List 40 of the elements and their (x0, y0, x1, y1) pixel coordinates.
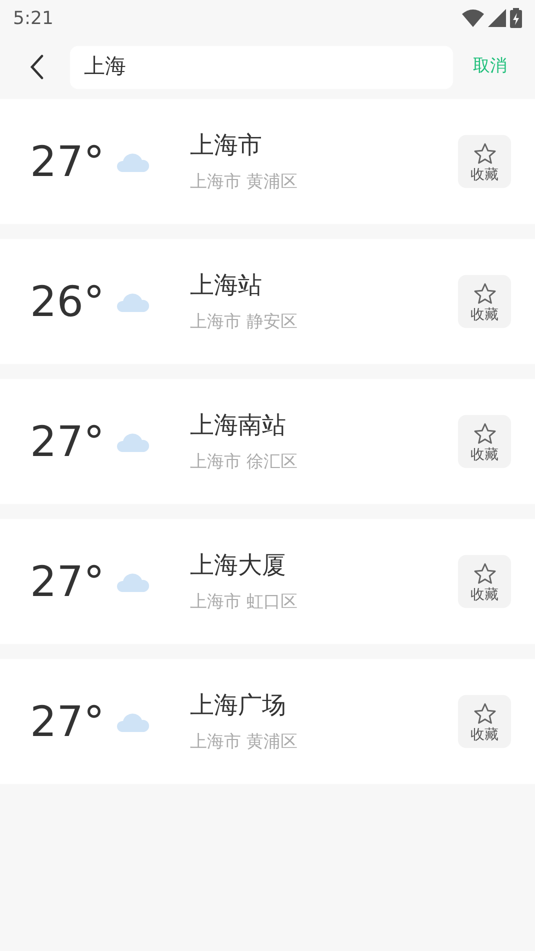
temperature: 27° (30, 560, 106, 602)
location-region: 上海市 黄浦区 (190, 172, 298, 194)
favorite-button[interactable]: 收藏 (458, 695, 511, 748)
result-card[interactable]: 27° 上海市 上海市 黄浦区 收藏 (0, 99, 535, 224)
status-time: 5:21 (13, 6, 54, 30)
star-icon (472, 702, 496, 726)
location-region: 上海市 静安区 (190, 312, 298, 334)
search-field[interactable]: 上海 (70, 46, 453, 88)
location-name: 上海大厦 (190, 550, 287, 580)
cloud-icon (116, 290, 150, 312)
result-card[interactable]: 26° 上海站 上海市 静安区 收藏 (0, 239, 535, 364)
location-region: 上海市 徐汇区 (190, 452, 298, 474)
location-name: 上海站 (190, 270, 263, 300)
signal-icon (488, 9, 506, 27)
favorite-button[interactable]: 收藏 (458, 135, 511, 188)
battery-icon (510, 8, 522, 28)
result-card[interactable]: 27° 上海南站 上海市 徐汇区 收藏 (0, 379, 535, 504)
location-name: 上海南站 (190, 410, 287, 440)
star-icon (472, 422, 496, 446)
star-icon (472, 142, 496, 166)
favorite-button[interactable]: 收藏 (458, 415, 511, 468)
star-icon (472, 562, 496, 586)
temperature: 27° (30, 140, 106, 182)
cloud-icon (116, 150, 150, 172)
result-card[interactable]: 27° 上海大厦 上海市 虹口区 收藏 (0, 519, 535, 644)
cloud-icon (116, 710, 150, 732)
favorite-button[interactable]: 收藏 (458, 555, 511, 608)
star-icon (472, 282, 496, 306)
cloud-icon (116, 570, 150, 592)
location-region: 上海市 黄浦区 (190, 732, 298, 754)
temperature: 27° (30, 420, 106, 462)
location-name: 上海广场 (190, 690, 287, 720)
favorite-button[interactable]: 收藏 (458, 275, 511, 328)
location-name: 上海市 (190, 130, 263, 160)
temperature: 27° (30, 700, 106, 742)
temperature: 26° (30, 280, 106, 322)
location-region: 上海市 虹口区 (190, 592, 298, 614)
result-card[interactable]: 27° 上海广场 上海市 黄浦区 收藏 (0, 659, 535, 784)
wifi-icon (462, 9, 484, 27)
cloud-icon (116, 430, 150, 452)
